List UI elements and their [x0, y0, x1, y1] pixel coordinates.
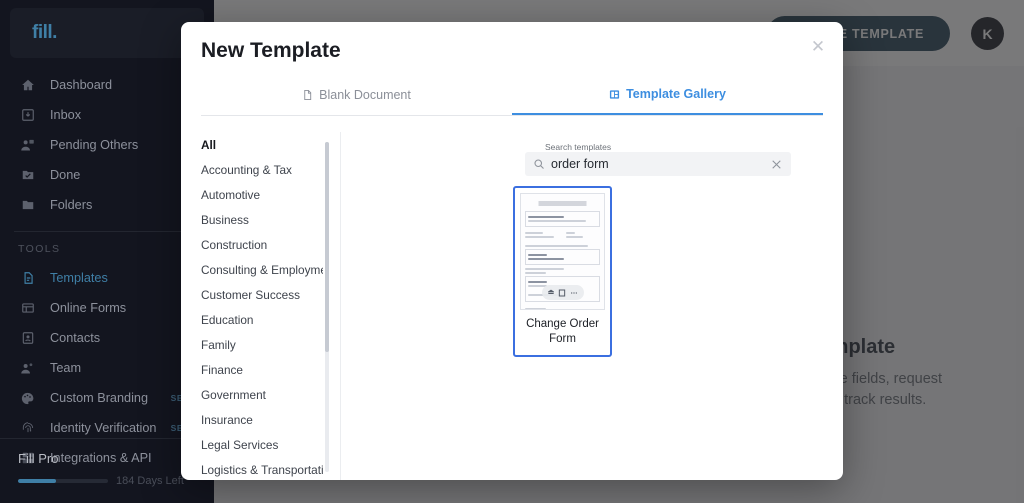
search-icon [533, 158, 545, 170]
new-template-modal: New Template ✕ Blank Document Template G… [181, 22, 843, 480]
template-thumbnail [520, 193, 605, 310]
category-item[interactable]: Finance [201, 357, 315, 382]
plan-days-left: 184 Days Left [116, 475, 184, 487]
category-item[interactable]: Accounting & Tax [201, 157, 315, 182]
sidebar-item-label: Dashboard [50, 78, 113, 92]
templates-icon [18, 269, 37, 288]
preview-icon[interactable] [558, 289, 566, 297]
panel-divider [340, 132, 341, 480]
category-scrollbar[interactable] [325, 142, 329, 472]
modal-tabs: Blank Document Template Gallery [201, 84, 823, 116]
sidebar-item-label: Pending Others [50, 138, 139, 152]
contacts-icon [18, 329, 37, 348]
search-field[interactable]: Search templates [525, 142, 791, 176]
plan-name: Fill Pro [18, 451, 59, 466]
tab-blank-document[interactable]: Blank Document [201, 84, 512, 115]
palette-icon [18, 389, 37, 408]
category-item[interactable]: Consulting & Employment [201, 257, 323, 282]
tab-label: Template Gallery [626, 87, 726, 101]
done-icon [18, 166, 37, 185]
brand-logo-text: fill. [32, 22, 57, 43]
thumb-doc-title [531, 201, 594, 206]
more-icon[interactable] [570, 289, 578, 297]
category-item[interactable]: Business [201, 207, 315, 232]
use-template-icon[interactable] [547, 289, 555, 297]
category-item[interactable]: Government [201, 382, 315, 407]
plan-progress-row: 184 Days Left [18, 475, 196, 487]
thumb-block [525, 211, 600, 227]
search-floating-label: Search templates [545, 142, 612, 152]
modal-title: New Template [201, 39, 341, 62]
online-forms-icon [18, 299, 37, 318]
template-card[interactable]: Change Order Form [513, 186, 612, 357]
home-icon [18, 76, 37, 95]
category-item-all[interactable]: All [201, 132, 315, 157]
thumb-row [525, 230, 600, 240]
pending-others-icon [18, 136, 37, 155]
tab-template-gallery[interactable]: Template Gallery [512, 84, 823, 115]
search-input[interactable] [551, 157, 770, 171]
template-results-grid: Change Order Form [513, 186, 833, 474]
sidebar-item-label: Team [50, 361, 82, 375]
category-list[interactable]: All Accounting & Tax Automotive Business… [201, 132, 323, 480]
sidebar-item-label: Online Forms [50, 301, 127, 315]
brand-logo[interactable]: fill. [10, 8, 204, 58]
template-card-title: Change Order Form [526, 318, 599, 345]
sidebar-item-label: Custom Branding [50, 391, 149, 405]
sidebar-item-label: Templates [50, 271, 108, 285]
category-item[interactable]: Insurance [201, 407, 315, 432]
close-icon[interactable]: ✕ [807, 35, 829, 57]
plan-progress-bar [18, 479, 108, 483]
fingerprint-icon [18, 419, 37, 438]
category-item[interactable]: Family [201, 332, 315, 357]
tab-label: Blank Document [319, 88, 411, 102]
thumb-block [525, 249, 600, 265]
category-item[interactable]: Customer Success [201, 282, 315, 307]
category-item[interactable]: Logistics & Transportation [201, 457, 323, 480]
category-item[interactable]: Legal Services [201, 432, 315, 457]
sidebar-item-label: Folders [50, 198, 93, 212]
category-item[interactable]: Automotive [201, 182, 315, 207]
folder-icon [18, 196, 37, 215]
sidebar-item-label: Done [50, 168, 81, 182]
thumbnail-action-overlay[interactable] [541, 285, 584, 300]
category-item[interactable]: Education [201, 307, 315, 332]
team-icon [18, 359, 37, 378]
sidebar-divider [14, 231, 200, 232]
sidebar-item-label: Inbox [50, 108, 82, 122]
gallery-icon [609, 89, 620, 100]
category-item[interactable]: Construction [201, 232, 315, 257]
sidebar-item-label: Identity Verification [50, 421, 157, 435]
inbox-icon [18, 106, 37, 125]
sidebar-item-label: Contacts [50, 331, 101, 345]
document-icon [302, 89, 313, 101]
app-root: Create your first template Build reusabl… [0, 0, 1024, 503]
clear-icon[interactable] [770, 158, 783, 171]
